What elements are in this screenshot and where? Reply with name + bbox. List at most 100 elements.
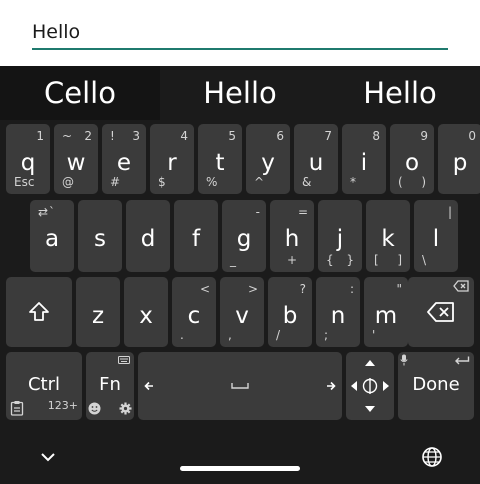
- key-label: q: [20, 150, 36, 176]
- key-label: t: [215, 150, 225, 176]
- enter-icon: [455, 356, 470, 365]
- cursor-pad-key[interactable]: [346, 352, 394, 420]
- key-hint: 3: [132, 129, 140, 143]
- key-label: r: [167, 150, 177, 176]
- key-hint: (: [398, 175, 403, 189]
- ctrl-key[interactable]: Ctrl 123+: [6, 352, 82, 420]
- key-q[interactable]: q 1 Esc: [6, 124, 50, 194]
- key-e[interactable]: e! 3 #: [102, 124, 146, 194]
- key-hint: 6: [276, 129, 284, 143]
- fn-key[interactable]: Fn: [86, 352, 134, 420]
- key-hint: $: [158, 175, 166, 189]
- clear-small-icon: [453, 280, 469, 292]
- globe-icon[interactable]: [421, 446, 443, 468]
- key-hint: _: [230, 253, 236, 267]
- key-hint: ,: [228, 328, 232, 342]
- arrow-left-icon: [144, 381, 153, 391]
- key-label: o: [404, 150, 420, 176]
- key-m[interactable]: m " ': [364, 277, 408, 347]
- key-p[interactable]: p0: [438, 124, 480, 194]
- key-hint: 2: [84, 129, 92, 143]
- key-j[interactable]: j{}: [318, 200, 362, 272]
- shift-key[interactable]: [6, 277, 72, 347]
- key-k[interactable]: k[]: [366, 200, 410, 272]
- key-label: j: [336, 226, 344, 252]
- key-i[interactable]: i 8 *: [342, 124, 386, 194]
- key-label: w: [66, 150, 86, 176]
- key-label: i: [360, 150, 368, 176]
- key-label: v: [235, 303, 249, 329]
- key-hint: |: [447, 205, 452, 219]
- key-d[interactable]: d: [126, 200, 170, 272]
- key-r[interactable]: r 4 $: [150, 124, 194, 194]
- shift-icon: [29, 302, 49, 321]
- key-label: k: [381, 226, 395, 252]
- key-label: l: [432, 226, 440, 252]
- suggestion-1[interactable]: Hello: [160, 66, 320, 120]
- key-label: x: [139, 303, 153, 329]
- done-key[interactable]: Done: [398, 352, 474, 420]
- key-hint: ^: [254, 175, 265, 189]
- key-hint: 7: [324, 129, 332, 143]
- keyboard: Ctrl 123+ Fn Done q 1 Esc w ~ 2 @ e ! 3 …: [0, 120, 480, 420]
- key-hint: -: [255, 205, 260, 219]
- text-input-field[interactable]: Hello: [32, 20, 448, 50]
- key-label: u: [308, 150, 324, 176]
- home-handle[interactable]: [180, 466, 300, 471]
- key-v[interactable]: v >,: [220, 277, 264, 347]
- hide-keyboard-chevron-icon[interactable]: [40, 451, 56, 463]
- key-u[interactable]: u 7 &: [294, 124, 338, 194]
- key-hint: 8: [372, 129, 380, 143]
- key-hint: 4: [180, 129, 188, 143]
- key-h[interactable]: h = +: [270, 200, 314, 272]
- key-n[interactable]: n:;: [316, 277, 360, 347]
- backspace-key[interactable]: [408, 277, 474, 347]
- key-x[interactable]: x: [124, 277, 168, 347]
- key-l[interactable]: l | \: [414, 200, 458, 272]
- key-hint: @: [62, 175, 74, 189]
- input-text: Hello: [32, 21, 81, 43]
- ctrl-label: Ctrl: [27, 374, 61, 395]
- key-hint: }: [346, 253, 354, 267]
- space-icon: [231, 383, 249, 389]
- key-hint: 0: [468, 129, 476, 143]
- key-o[interactable]: o 9 (): [390, 124, 434, 194]
- key-hint: :: [349, 282, 354, 296]
- dpad-icon: [351, 360, 389, 412]
- suggestion-2[interactable]: Hello: [320, 66, 480, 120]
- key-hint: \: [422, 253, 427, 267]
- suggestion-strip: Cello Hello Hello: [0, 66, 480, 120]
- key-f[interactable]: f: [174, 200, 218, 272]
- key-w[interactable]: w ~2 @: [54, 124, 98, 194]
- space-key[interactable]: [138, 352, 342, 420]
- suggestion-0[interactable]: Cello: [0, 66, 160, 120]
- key-hint: ;: [324, 328, 329, 342]
- key-z[interactable]: z: [76, 277, 120, 347]
- key-hint: ": [396, 282, 402, 296]
- key-label: h: [284, 226, 300, 252]
- key-label: g: [236, 226, 252, 252]
- key-label: n: [330, 303, 346, 329]
- clipboard-icon: [10, 401, 24, 416]
- key-y[interactable]: y 6 ^: [246, 124, 290, 194]
- key-hint: Esc: [14, 175, 35, 189]
- key-s[interactable]: s: [78, 200, 122, 272]
- key-t[interactable]: t 5%: [198, 124, 242, 194]
- key-g[interactable]: g - _: [222, 200, 266, 272]
- key-a[interactable]: a ⇄ `: [30, 200, 74, 272]
- key-b[interactable]: b? /: [268, 277, 312, 347]
- system-navigation-bar: [0, 430, 480, 484]
- key-c[interactable]: c <.: [172, 277, 216, 347]
- key-label: m: [374, 303, 398, 329]
- key-label: c: [187, 303, 201, 329]
- key-label: p: [452, 150, 468, 176]
- key-hint: /: [276, 328, 281, 342]
- key-hint: {: [326, 253, 334, 267]
- key-hint: 5: [228, 129, 236, 143]
- key-label: a: [44, 226, 60, 252]
- app-header: Hello: [0, 0, 480, 66]
- key-label: b: [282, 303, 298, 329]
- arrow-right-icon: [327, 381, 336, 391]
- key-hint: %: [206, 175, 218, 189]
- key-label: s: [94, 226, 106, 252]
